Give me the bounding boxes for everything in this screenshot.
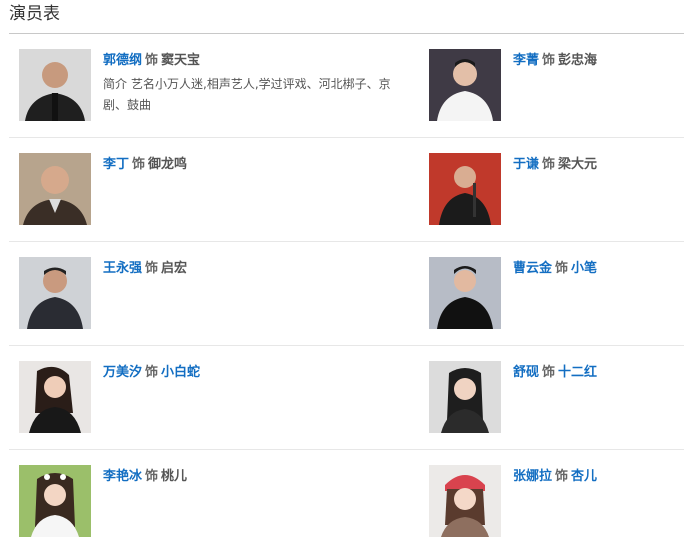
cast-row: 郭德纲饰窦天宝 简介 艺名小万人迷,相声艺人,学过评戏、河北梆子、京剧、鼓曲 李菁… xyxy=(9,34,684,138)
cast-grid: 郭德纲饰窦天宝 简介 艺名小万人迷,相声艺人,学过评戏、河北梆子、京剧、鼓曲 李菁… xyxy=(9,34,684,553)
cast-card: 郭德纲饰窦天宝 简介 艺名小万人迷,相声艺人,学过评戏、河北梆子、京剧、鼓曲 xyxy=(9,34,419,137)
as-word: 饰 xyxy=(555,261,569,276)
cast-section-title: 演员表 xyxy=(9,4,60,24)
role-name: 桃儿 xyxy=(161,469,188,484)
cast-name-line: 王永强饰启宏 xyxy=(103,259,411,279)
actor-name-link[interactable]: 张娜拉 xyxy=(513,469,552,484)
cast-name-line: 李丁饰御龙鸣 xyxy=(103,155,411,175)
bio-text: 艺名小万人迷,相声艺人,学过评戏、河北梆子、京剧、鼓曲 xyxy=(103,77,391,112)
actor-bio: 简介 艺名小万人迷,相声艺人,学过评戏、河北梆子、京剧、鼓曲 xyxy=(103,74,393,116)
as-word: 饰 xyxy=(542,365,556,380)
role-name-link[interactable]: 杏儿 xyxy=(571,469,597,484)
actor-name-link[interactable]: 舒砚 xyxy=(513,365,539,380)
as-word: 饰 xyxy=(542,157,556,172)
as-word: 饰 xyxy=(132,157,146,172)
actor-photo[interactable] xyxy=(19,465,91,537)
actor-photo[interactable] xyxy=(19,257,91,329)
as-word: 饰 xyxy=(145,53,159,68)
actor-name-link[interactable]: 李菁 xyxy=(513,53,539,68)
cast-row: 李艳冰饰桃儿 张娜拉饰杏儿 xyxy=(9,450,684,553)
role-name: 窦天宝 xyxy=(161,53,201,68)
cast-name-line: 万美汐饰小白蛇 xyxy=(103,363,411,383)
actor-photo[interactable] xyxy=(429,49,501,121)
bio-label: 简介 xyxy=(103,77,128,91)
role-name: 启宏 xyxy=(161,261,188,276)
cast-row: 万美汐饰小白蛇 舒砚饰十二红 xyxy=(9,346,684,450)
cast-row: 王永强饰启宏 曹云金饰小笔 xyxy=(9,242,684,346)
cast-card: 王永强饰启宏 xyxy=(9,242,419,345)
cast-card: 于谦饰梁大元 xyxy=(419,138,684,241)
role-name: 彭忠海 xyxy=(558,53,598,68)
role-name: 梁大元 xyxy=(558,157,598,172)
cast-card: 曹云金饰小笔 xyxy=(419,242,684,345)
cast-name-line: 张娜拉饰杏儿 xyxy=(513,467,676,487)
actor-name-link[interactable]: 李丁 xyxy=(103,157,129,172)
role-name-link[interactable]: 十二红 xyxy=(558,365,597,380)
actor-photo[interactable] xyxy=(429,361,501,433)
as-word: 饰 xyxy=(555,469,569,484)
actor-photo[interactable] xyxy=(19,49,91,121)
cast-name-line: 曹云金饰小笔 xyxy=(513,259,676,279)
actor-photo[interactable] xyxy=(19,153,91,225)
cast-row: 李丁饰御龙鸣 于谦饰梁大元 xyxy=(9,138,684,242)
cast-card: 张娜拉饰杏儿 xyxy=(419,450,684,553)
actor-name-link[interactable]: 于谦 xyxy=(513,157,539,172)
actor-name-link[interactable]: 曹云金 xyxy=(513,261,552,276)
actor-name-link[interactable]: 李艳冰 xyxy=(103,469,142,484)
cast-card: 李丁饰御龙鸣 xyxy=(9,138,419,241)
cast-card: 万美汐饰小白蛇 xyxy=(9,346,419,449)
as-word: 饰 xyxy=(145,469,159,484)
actor-photo[interactable] xyxy=(429,465,501,537)
cast-name-line: 李菁饰彭忠海 xyxy=(513,51,676,71)
actor-name-link[interactable]: 王永强 xyxy=(103,261,142,276)
role-name: 御龙鸣 xyxy=(148,157,188,172)
role-name-link[interactable]: 小笔 xyxy=(571,261,597,276)
actor-photo[interactable] xyxy=(429,257,501,329)
actor-name-link[interactable]: 郭德纲 xyxy=(103,53,142,68)
as-word: 饰 xyxy=(542,53,556,68)
as-word: 饰 xyxy=(145,365,159,380)
cast-card: 李菁饰彭忠海 xyxy=(419,34,684,137)
cast-name-line: 李艳冰饰桃儿 xyxy=(103,467,411,487)
cast-name-line: 舒砚饰十二红 xyxy=(513,363,676,383)
cast-card: 李艳冰饰桃儿 xyxy=(9,450,419,553)
cast-name-line: 郭德纲饰窦天宝 xyxy=(103,51,411,71)
actor-photo[interactable] xyxy=(429,153,501,225)
cast-card: 舒砚饰十二红 xyxy=(419,346,684,449)
actor-photo[interactable] xyxy=(19,361,91,433)
actor-name-link[interactable]: 万美汐 xyxy=(103,365,142,380)
cast-name-line: 于谦饰梁大元 xyxy=(513,155,676,175)
as-word: 饰 xyxy=(145,261,159,276)
role-name-link[interactable]: 小白蛇 xyxy=(161,365,200,380)
